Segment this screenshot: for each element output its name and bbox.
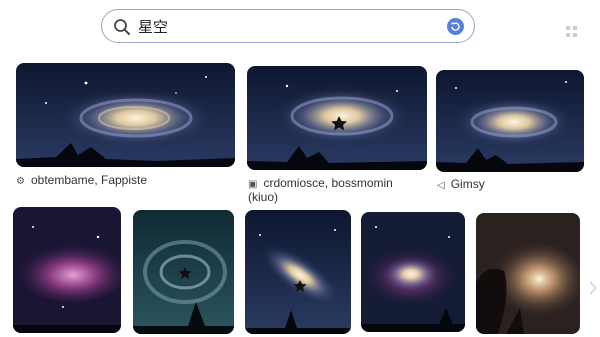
caption-3[interactable]: ◁ Gimsy — [437, 178, 485, 192]
caption-2-subtext: (kiuo) — [248, 190, 279, 204]
result-image-5[interactable] — [133, 210, 234, 334]
chevron-right-icon[interactable] — [588, 280, 598, 296]
search-submit-button[interactable] — [447, 18, 464, 35]
result-image-4[interactable] — [13, 207, 121, 333]
search-bar — [101, 9, 475, 43]
caption-1-text: obtembame, Fappiste — [30, 173, 148, 187]
result-image-3[interactable] — [436, 70, 584, 172]
result-image-1[interactable] — [16, 63, 235, 167]
result-image-6[interactable] — [245, 210, 351, 334]
refresh-icon — [451, 22, 460, 31]
caption-1[interactable]: ⚙ obtembame, Fappiste — [16, 174, 147, 188]
result-image-8[interactable] — [476, 213, 580, 334]
caption-2[interactable]: ▣ crdomiosce, bossmomin (kiuo) — [248, 177, 393, 204]
result-image-2[interactable] — [247, 66, 427, 170]
chevron-left-icon: ◁ — [437, 180, 445, 191]
grid-view-icon[interactable] — [566, 26, 578, 38]
search-icon[interactable] — [113, 18, 131, 36]
search-input[interactable] — [138, 16, 438, 36]
caption-3-text: Gimsy — [450, 177, 485, 191]
settings-icon: ⚙ — [16, 176, 25, 187]
caption-2-text: crdomiosce, bossmomin — [263, 176, 393, 190]
result-image-7[interactable] — [361, 212, 465, 332]
